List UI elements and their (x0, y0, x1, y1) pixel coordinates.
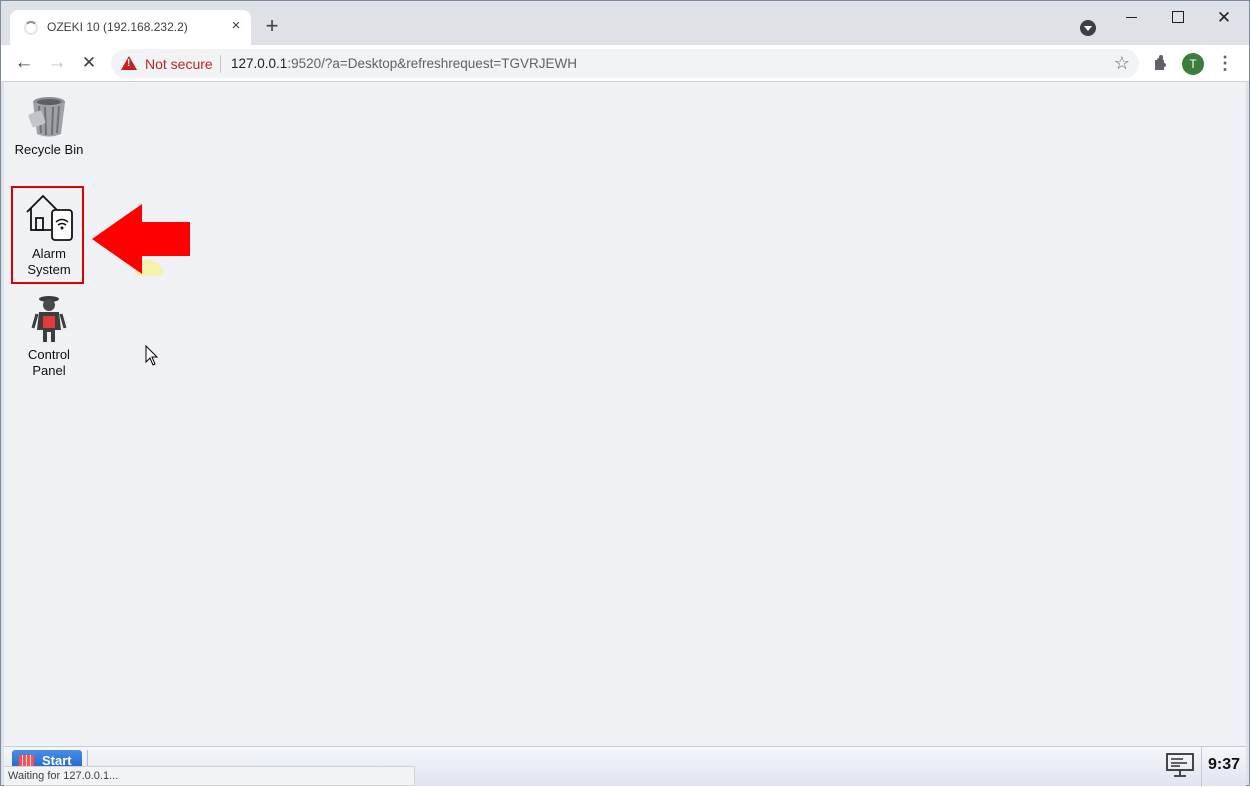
control-panel-icon (25, 294, 73, 342)
close-window-button[interactable]: ✕ (1204, 5, 1244, 31)
tab-search-icon[interactable] (1080, 20, 1096, 36)
alarm-system-highlight-box (11, 186, 84, 284)
new-tab-button[interactable]: + (260, 15, 284, 39)
tab-close-icon[interactable]: × (227, 17, 245, 35)
ozeki-desktop: Recycle Bin Alarm System Control Panel (4, 82, 1246, 746)
browser-tab[interactable]: OZEKI 10 (192.168.232.2) × (10, 10, 251, 45)
monitor-icon[interactable] (1165, 752, 1197, 778)
browser-status-bar: Waiting for 127.0.0.1... (4, 766, 415, 786)
security-indicator[interactable]: Not secure (145, 56, 213, 72)
browser-window: OZEKI 10 (192.168.232.2) × + ✕ ← → ✕ Not… (0, 0, 1250, 787)
recycle-bin-icon (25, 92, 73, 140)
address-separator (220, 55, 221, 73)
red-arrow-annotation (92, 204, 190, 276)
url-path: :9520/?a=Desktop&refreshrequest=TGVRJEWH (287, 56, 577, 71)
desktop-icon-label: Recycle Bin (14, 142, 84, 157)
url-host: 127.0.0.1 (231, 56, 288, 71)
tab-title: OZEKI 10 (192.168.232.2) (47, 20, 188, 34)
desktop-icon-label: Control Panel (28, 347, 70, 378)
stop-loading-button[interactable]: ✕ (76, 51, 102, 77)
maximize-button[interactable] (1158, 5, 1198, 31)
profile-avatar[interactable]: T (1182, 53, 1204, 75)
forward-button[interactable]: → (44, 51, 70, 77)
browser-menu-icon[interactable]: ⋮ (1215, 53, 1235, 75)
minimize-button[interactable] (1112, 5, 1152, 31)
mouse-cursor-icon (145, 345, 159, 366)
loading-spinner-icon (24, 21, 38, 35)
taskbar-clock: 9:37 (1201, 747, 1246, 787)
desktop-icon-control-panel[interactable]: Control Panel (12, 294, 86, 379)
url-text[interactable]: 127.0.0.1:9520/?a=Desktop&refreshrequest… (231, 56, 577, 71)
tab-strip: OZEKI 10 (192.168.232.2) × + ✕ (1, 1, 1249, 45)
browser-toolbar: ← → ✕ Not secure 127.0.0.1:9520/?a=Deskt… (1, 45, 1249, 82)
back-button[interactable]: ← (11, 51, 37, 77)
warning-icon (121, 56, 137, 70)
address-bar[interactable]: Not secure 127.0.0.1:9520/?a=Desktop&ref… (111, 49, 1139, 78)
desktop-icon-recycle-bin[interactable]: Recycle Bin (12, 92, 86, 158)
extensions-icon[interactable] (1151, 53, 1171, 73)
bookmark-star-icon[interactable]: ☆ (1112, 52, 1132, 74)
